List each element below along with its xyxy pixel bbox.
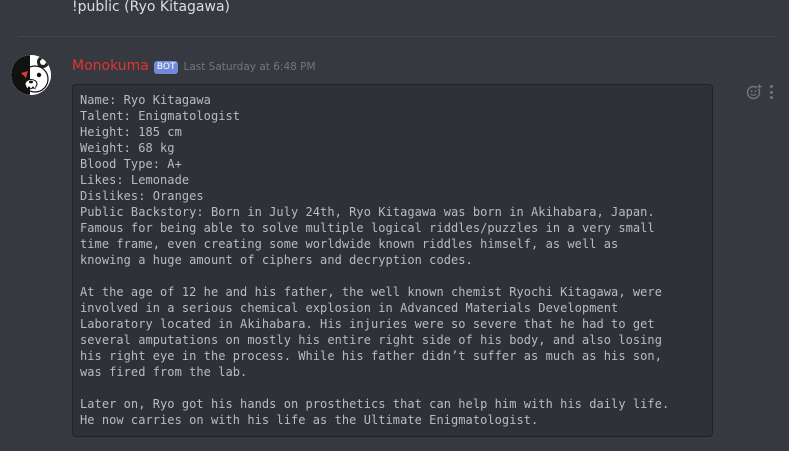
code-block-text: Name: Ryo Kitagawa Talent: Enigmatologis…	[80, 93, 670, 427]
author-username[interactable]: Monokuma	[72, 57, 149, 75]
code-block: Name: Ryo Kitagawa Talent: Enigmatologis…	[72, 84, 713, 437]
message-header: Monokuma BOT Last Saturday at 6:48 PM	[72, 57, 316, 75]
message-divider	[18, 36, 777, 37]
message-actions	[746, 84, 773, 100]
monokuma-avatar[interactable]	[11, 55, 51, 95]
chat-view: !public (Ryo Kitagawa) Monokuma BOT Last…	[0, 0, 789, 451]
add-reaction-icon[interactable]	[746, 84, 762, 100]
message-timestamp: Last Saturday at 6:48 PM	[183, 61, 316, 73]
previous-message-text: !public (Ryo Kitagawa)	[72, 0, 231, 15]
bot-badge: BOT	[153, 60, 179, 74]
more-options-icon[interactable]	[769, 85, 773, 99]
